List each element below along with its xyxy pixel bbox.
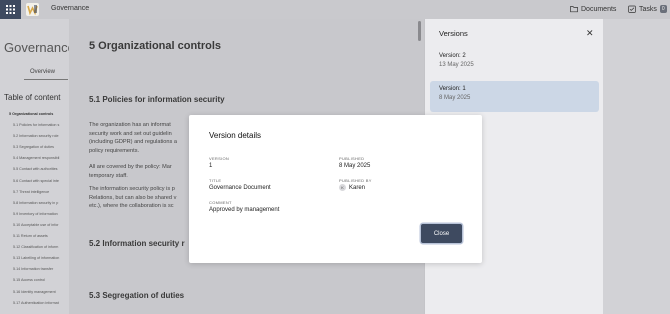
close-icon[interactable]: ✕ bbox=[586, 28, 594, 39]
version-details-dialog: Version details VERSION 1 PUBLISHED 8 Ma… bbox=[189, 115, 482, 263]
version-date: 8 May 2025 bbox=[439, 95, 471, 101]
grid-icon bbox=[6, 5, 15, 14]
toc-item[interactable]: 5.4 Management responsibil bbox=[9, 156, 69, 167]
published-label: PUBLISHED bbox=[339, 156, 365, 161]
comment-value: Approved by management bbox=[209, 207, 280, 213]
title-label: TITLE bbox=[209, 178, 222, 183]
toc-item[interactable]: 5.14 Information transfer bbox=[9, 267, 69, 278]
folder-icon bbox=[570, 6, 578, 13]
version-name: Version: 1 bbox=[439, 86, 466, 92]
version-date: 13 May 2025 bbox=[439, 62, 474, 68]
toc-item[interactable]: 5.11 Return of assets bbox=[9, 234, 69, 245]
toc-item[interactable]: 5.15 Access control bbox=[9, 278, 69, 289]
tasks-link[interactable]: Tasks 0 bbox=[628, 5, 667, 13]
title-value: Governance Document bbox=[209, 185, 271, 191]
close-button[interactable]: Close bbox=[421, 224, 462, 243]
published-value: 8 May 2025 bbox=[339, 163, 371, 169]
toc-item[interactable]: 5.1 Policies for information s bbox=[9, 123, 69, 134]
comment-label: COMMENT bbox=[209, 200, 232, 205]
versions-title: Versions bbox=[439, 29, 468, 38]
version-item[interactable]: Version: 2 13 May 2025 bbox=[430, 48, 599, 79]
toc-item[interactable]: 5 Organizational controls bbox=[9, 112, 69, 123]
tasks-icon bbox=[628, 5, 636, 13]
section-heading: 5.3 Segregation of duties bbox=[89, 291, 185, 300]
toc-title: Table of content bbox=[4, 93, 61, 102]
toc-item[interactable]: 5.10 Acceptable use of infor bbox=[9, 223, 69, 234]
tab-overview[interactable]: Overview bbox=[30, 69, 55, 75]
avatar: K bbox=[339, 184, 346, 191]
toc-item[interactable]: 5.3 Segregation of duties bbox=[9, 145, 69, 156]
version-label: VERSION bbox=[209, 156, 230, 161]
document-scrollbar[interactable] bbox=[418, 21, 421, 41]
toc-item[interactable]: 5.2 Information security role bbox=[9, 134, 69, 145]
version-item-selected[interactable]: Version: 1 8 May 2025 bbox=[430, 81, 599, 112]
published-by: K Karen bbox=[339, 184, 365, 191]
toc-item[interactable]: 5.17 Authentication informat bbox=[9, 301, 69, 312]
tab-underline bbox=[24, 79, 68, 80]
toc-item[interactable]: 5.16 Identity management bbox=[9, 290, 69, 301]
version-name: Version: 2 bbox=[439, 53, 466, 59]
toc-item[interactable]: 5.5 Contact with authorities bbox=[9, 167, 69, 178]
toc-item[interactable]: 5.9 Inventory of information bbox=[9, 212, 69, 223]
toc-item[interactable]: 5.8 Information security in p bbox=[9, 201, 69, 212]
toc-item[interactable]: 5.13 Labelling of information bbox=[9, 256, 69, 267]
section-heading: 5.1 Policies for information security bbox=[89, 95, 225, 104]
toc-item[interactable]: 5.12 Classification of inform bbox=[9, 245, 69, 256]
logo-icon[interactable] bbox=[26, 3, 39, 16]
version-value: 1 bbox=[209, 163, 213, 169]
documents-label: Documents bbox=[581, 5, 617, 13]
document-heading: 5 Organizational controls bbox=[89, 40, 222, 52]
tasks-label: Tasks bbox=[639, 5, 657, 13]
toc-list: 5 Organizational controls 5.1 Policies f… bbox=[9, 112, 69, 312]
section-heading: 5.2 Information security r bbox=[89, 239, 185, 248]
published-by-label: PUBLISHED BY bbox=[339, 178, 372, 183]
toc-item[interactable]: 5.6 Contact with special inte bbox=[9, 179, 69, 190]
tasks-count-badge: 0 bbox=[659, 5, 667, 13]
published-by-value: Karen bbox=[349, 184, 366, 191]
app-grid-button[interactable] bbox=[0, 0, 21, 19]
page-title: Governance bbox=[4, 40, 75, 55]
top-bar: Governance Documents Tasks 0 bbox=[0, 0, 670, 19]
toc-item[interactable]: 5.7 Threat intelligence bbox=[9, 190, 69, 201]
app-title[interactable]: Governance bbox=[51, 5, 89, 12]
dialog-title: Version details bbox=[209, 131, 262, 140]
documents-link[interactable]: Documents bbox=[570, 5, 616, 13]
